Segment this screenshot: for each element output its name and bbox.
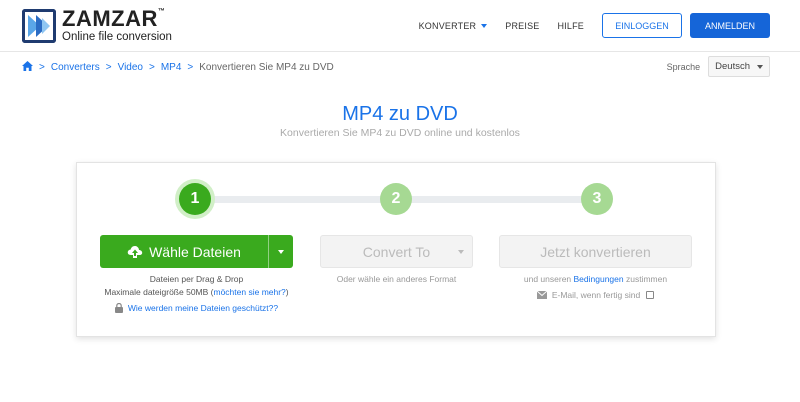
- convert-to-label: Convert To: [362, 243, 431, 260]
- logo-tagline: Online file conversion: [62, 31, 172, 43]
- breadcrumb-separator: >: [39, 62, 45, 73]
- chevron-down-icon: [757, 64, 763, 69]
- language-label: Sprache: [666, 61, 701, 72]
- page-subtitle: Konvertieren Sie MP4 zu DVD online und k…: [280, 127, 520, 139]
- terms-text: und unseren Bedingungen zustimmen: [499, 274, 692, 284]
- breadcrumb-mp4[interactable]: MP4: [161, 62, 182, 73]
- nav-converters-label: KONVERTER: [418, 20, 477, 31]
- step-1-indicator: 1: [179, 183, 211, 215]
- breadcrumb-converters[interactable]: Converters: [51, 62, 100, 73]
- choose-format-hint: Oder wähle ein anderes Format: [336, 274, 457, 284]
- email-notify-label: E-Mail, wenn fertig sind: [551, 290, 641, 300]
- lock-icon: [114, 303, 123, 313]
- breadcrumb-separator: >: [105, 62, 112, 73]
- file-protection-row: Wie werden meine Dateien geschützt??: [100, 303, 293, 313]
- nav-help[interactable]: HILFE: [557, 21, 584, 31]
- drag-drop-text: Dateien per Drag & Drop: [149, 274, 244, 284]
- email-notify-checkbox[interactable]: [646, 291, 655, 299]
- chevron-down-icon: [481, 23, 488, 28]
- page-title: MP4 zu DVD: [342, 103, 458, 125]
- max-size-prefix: Maximale dateigröße 50MB (: [104, 287, 214, 297]
- language-selected: Deutsch: [715, 61, 750, 72]
- step-2-column: Convert To Oder wähle ein anderes Format: [320, 235, 473, 284]
- breadcrumb-video[interactable]: Video: [118, 62, 143, 73]
- step-2-indicator: 2: [380, 183, 412, 215]
- logo-name: ZAMZAR: [62, 6, 158, 31]
- logo[interactable]: ZAMZAR™ Online file conversion: [22, 8, 172, 44]
- step-1-column: Wähle Dateien Dateien per Drag & Drop Ma…: [100, 235, 293, 313]
- email-notify-row: E-Mail, wenn fertig sind: [499, 290, 692, 300]
- nav-converters[interactable]: KONVERTER: [419, 21, 488, 31]
- terms-link[interactable]: Bedingungen: [574, 274, 624, 284]
- upload-cloud-icon: [127, 245, 143, 259]
- step-3-column: Jetzt konvertieren und unseren Bedingung…: [499, 235, 692, 300]
- nav-pricing[interactable]: PREISE: [505, 21, 539, 31]
- want-more-link[interactable]: möchten sie mehr?: [214, 287, 286, 297]
- breadcrumb-separator: >: [149, 62, 155, 73]
- convert-to-select[interactable]: Convert To: [320, 235, 473, 268]
- terms-prefix: und unseren: [523, 274, 574, 284]
- language-picker: Sprache Deutsch: [667, 56, 770, 77]
- logo-trademark: ™: [157, 8, 166, 15]
- choose-files-main[interactable]: Wähle Dateien: [100, 235, 268, 268]
- terms-suffix: zustimmen: [623, 274, 668, 284]
- home-icon[interactable]: [22, 61, 33, 74]
- file-protection-link[interactable]: Wie werden meine Dateien geschützt??: [128, 303, 278, 313]
- breadcrumb-separator: >: [187, 62, 194, 73]
- envelope-icon: [536, 291, 547, 299]
- max-size-text: Maximale dateigröße 50MB (möchten sie me…: [100, 287, 293, 297]
- signup-button[interactable]: ANMELDEN: [690, 13, 770, 38]
- language-select[interactable]: Deutsch: [708, 56, 770, 77]
- max-size-suffix: ): [285, 287, 289, 297]
- chevron-down-icon: [278, 249, 284, 254]
- step-3-indicator: 3: [581, 183, 613, 215]
- choose-files-button[interactable]: Wähle Dateien: [100, 235, 293, 268]
- converter-card: 1 2 3 Wähle Dateien Dateien per Drag & D…: [76, 162, 716, 337]
- chevron-down-icon: [458, 250, 464, 254]
- login-button[interactable]: EINLOGGEN: [602, 13, 682, 38]
- site-header: ZAMZAR™ Online file conversion KONVERTER…: [0, 0, 800, 52]
- logo-mark-icon: [22, 8, 56, 43]
- breadcrumb: > Converters > Video > MP4 > Konvertiere…: [22, 61, 334, 74]
- convert-now-button[interactable]: Jetzt konvertieren: [499, 235, 692, 268]
- choose-files-dropdown[interactable]: [268, 235, 293, 268]
- breadcrumb-current: Konvertieren Sie MP4 zu DVD: [199, 62, 334, 73]
- choose-files-label: Wähle Dateien: [149, 243, 241, 260]
- main-nav: KONVERTER PREISE HILFE EINLOGGEN ANMELDE…: [419, 13, 770, 38]
